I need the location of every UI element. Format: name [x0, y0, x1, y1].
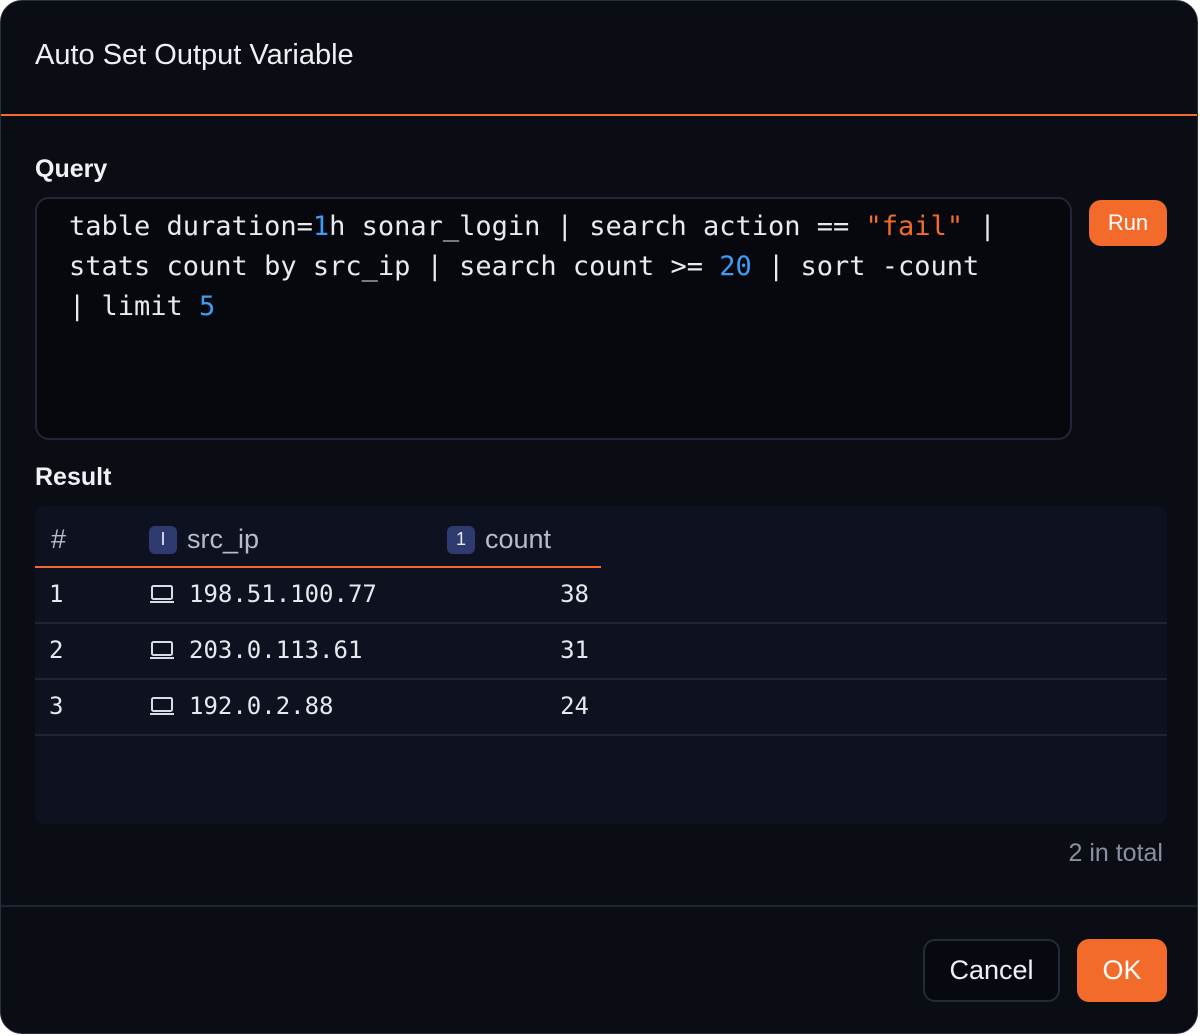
query-token-num: 20 — [719, 251, 752, 282]
table-row[interactable]: 1 198.51.100.77 38 — [35, 568, 1167, 624]
column-header-index[interactable]: # — [51, 524, 66, 555]
column-header-src-ip[interactable]: I src_ip — [149, 524, 259, 555]
column-label: src_ip — [187, 524, 260, 554]
query-token-num: 5 — [199, 291, 216, 322]
column-label: count — [485, 524, 552, 554]
cancel-button[interactable]: Cancel — [923, 939, 1060, 1002]
number-type-badge: 1 — [447, 525, 475, 554]
query-token-plain: h sonar_login | search action == — [329, 211, 866, 242]
query-editor[interactable]: table duration=1h sonar_login | search a… — [35, 197, 1072, 440]
table-row[interactable]: 2 203.0.113.61 31 — [35, 624, 1167, 680]
result-label: Result — [35, 463, 112, 491]
query-token-plain: table duration= — [69, 211, 313, 242]
dialog-header: Auto Set Output Variable — [1, 1, 1197, 116]
count-cell: 38 — [560, 580, 589, 608]
count-cell: 31 — [560, 636, 589, 664]
dialog-title: Auto Set Output Variable — [35, 39, 354, 71]
count-cell: 24 — [560, 692, 589, 720]
src-ip-cell: 198.51.100.77 — [149, 580, 377, 608]
result-total: 2 in total — [1068, 839, 1163, 867]
result-table: # I src_ip 1 count 1 198.51.100.77 38 2 — [35, 506, 1167, 824]
src-ip-value: 192.0.2.88 — [189, 692, 334, 720]
run-button[interactable]: Run — [1089, 200, 1167, 246]
row-index: 1 — [49, 580, 64, 608]
query-label: Query — [35, 155, 108, 183]
string-type-badge: I — [149, 525, 177, 554]
query-token-str: "fail" — [865, 211, 964, 242]
row-index: 2 — [49, 636, 64, 664]
query-token-num: 1 — [312, 211, 330, 242]
footer-divider — [1, 905, 1197, 907]
src-ip-value: 203.0.113.61 — [189, 636, 363, 664]
laptop-icon — [150, 697, 174, 715]
auto-set-output-variable-dialog: Auto Set Output Variable Query table dur… — [0, 0, 1198, 1034]
ok-button[interactable]: OK — [1077, 939, 1167, 1002]
table-row[interactable]: 3 192.0.2.88 24 — [35, 680, 1167, 736]
src-ip-value: 198.51.100.77 — [189, 580, 377, 608]
src-ip-cell: 203.0.113.61 — [149, 636, 362, 664]
src-ip-cell: 192.0.2.88 — [149, 692, 334, 720]
column-label: # — [51, 524, 67, 554]
query-code[interactable]: table duration=1h sonar_login | search a… — [69, 207, 1038, 327]
row-index: 3 — [49, 692, 64, 720]
laptop-icon — [150, 641, 174, 659]
column-header-count[interactable]: 1 count — [447, 524, 551, 555]
laptop-icon — [150, 585, 174, 603]
table-header: # I src_ip 1 count — [35, 506, 601, 568]
